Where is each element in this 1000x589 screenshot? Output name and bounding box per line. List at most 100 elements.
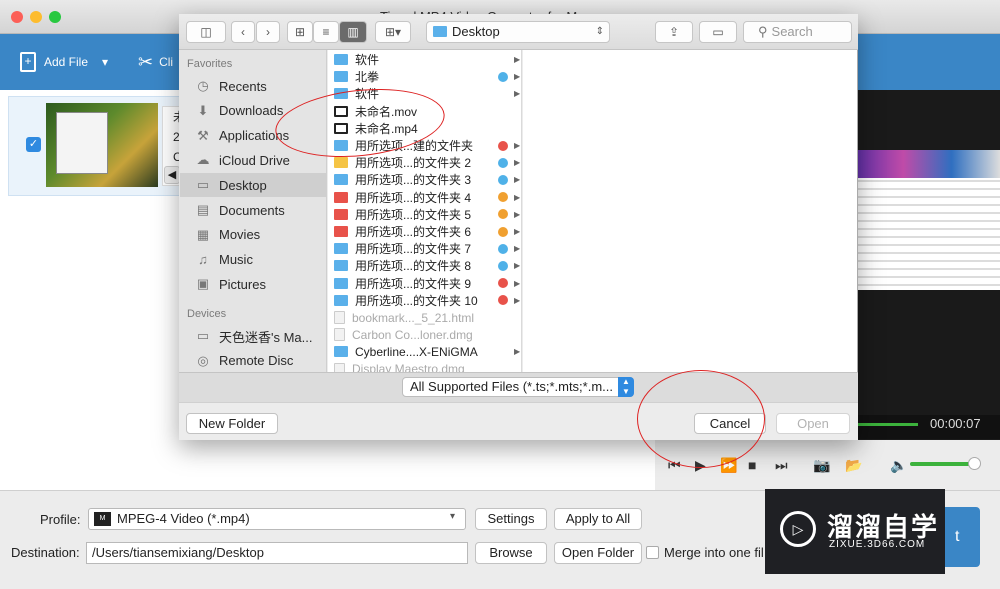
document-icon — [334, 328, 345, 342]
apply-to-all-button[interactable]: Apply to All — [554, 508, 642, 530]
file-name: Cyberline....X-ENiGMA — [355, 344, 478, 359]
forward-button[interactable]: › — [256, 21, 280, 43]
documents-icon: ▤ — [196, 202, 210, 217]
convert-label: t — [955, 528, 960, 545]
file-row[interactable]: 用所选项...的文件夹 5 ▶ — [330, 206, 522, 223]
file-row[interactable]: 软件 ▶ — [330, 51, 522, 68]
profile-select[interactable]: MPEG-4 Video (*.mp4) — [88, 508, 466, 530]
music-icon: ♫ — [198, 252, 208, 268]
clip-label: Cli — [159, 55, 174, 69]
color-tag-icon — [498, 226, 508, 237]
file-row[interactable]: 用所选项...的文件夹 3 ▶ — [330, 171, 522, 188]
open-button[interactable]: Open — [776, 413, 850, 434]
file-name: 软件 — [355, 53, 380, 67]
file-row[interactable]: 用所选项...的文件夹 4 ▶ — [330, 189, 522, 206]
file-row[interactable]: bookmark..._5_21.html — [330, 309, 522, 326]
column-view-button[interactable]: ▥ — [339, 21, 367, 43]
sidebar-item-label: Remote Disc — [219, 353, 294, 369]
file-row[interactable]: 用所选项...的文件夹 8 ▶ — [330, 257, 522, 274]
settings-button[interactable]: Settings — [475, 508, 547, 530]
filter-stepper-icon[interactable]: ▲ ▼ — [618, 377, 634, 397]
downloads-icon: ⬇ — [197, 102, 209, 118]
location-popup[interactable]: Desktop ⇕ — [426, 21, 610, 43]
location-label: Desktop — [452, 24, 500, 39]
disclosure-arrow-icon: ▶ — [514, 209, 521, 219]
add-file-button[interactable]: + Add File — [20, 34, 88, 90]
sidebar-item-label: Music — [219, 252, 253, 268]
icon-view-button[interactable]: ⊞ — [287, 21, 313, 43]
columns-icon: ▥ — [347, 25, 359, 39]
snapshot-camera-icon[interactable]: 📷 — [813, 457, 830, 474]
preview-frame-header — [855, 150, 1000, 178]
applications-icon: ⚒ — [197, 127, 209, 143]
disclosure-arrow-icon: ▶ — [514, 55, 521, 64]
file-row[interactable]: 用所选项...的文件夹 2 ▶ — [330, 154, 522, 171]
disclosure-arrow-icon: ▶ — [514, 175, 521, 185]
playback-time: 00:00:07 — [930, 416, 981, 431]
file-row[interactable]: 北拳 ▶ — [330, 68, 522, 85]
sidebar-item-mac[interactable]: ▭ 天色迷香's Ma... — [180, 324, 326, 348]
color-tag-icon — [498, 243, 508, 254]
search-field[interactable]: ⚲ Search — [743, 21, 852, 43]
file-row[interactable]: 用所选项...的文件夹 7 ▶ — [330, 240, 522, 257]
merge-checkbox[interactable] — [646, 546, 659, 559]
sidebar-item-label: Movies — [219, 227, 261, 243]
seek-progress — [858, 423, 918, 426]
new-folder-button[interactable]: New Folder — [186, 413, 278, 434]
disc-icon: ◎ — [197, 352, 209, 368]
file-row[interactable]: 用所选项...的文件夹 6 ▶ — [330, 223, 522, 240]
arrange-button[interactable]: ⊞▾ — [375, 21, 411, 43]
add-file-dropdown[interactable]: ▾ — [102, 34, 108, 90]
folder-icon — [334, 294, 348, 306]
sidebar-item-desktop[interactable]: ▭ Desktop — [180, 173, 326, 198]
share-button[interactable]: ⇪ — [655, 21, 693, 43]
list-view-button[interactable]: ≡ — [313, 21, 339, 43]
file-name: 用所选项...的文件夹 6 — [355, 225, 472, 239]
color-tag-icon — [498, 192, 508, 203]
file-name: 用所选项...的文件夹 10 — [355, 293, 478, 308]
mpeg-icon: M — [94, 512, 111, 526]
watermark-logo-icon: ▷ — [780, 511, 816, 547]
zoom-window-button[interactable] — [49, 11, 61, 23]
sidebar-item-movies[interactable]: ▦ Movies — [180, 223, 326, 247]
color-tag-icon — [498, 209, 508, 220]
convert-button[interactable]: t — [945, 507, 980, 567]
clip-button[interactable]: ✂ Cli — [138, 34, 173, 90]
audio-track-icon[interactable]: ◀ — [164, 166, 180, 184]
file-name: 用所选项...的文件夹 2 — [355, 156, 472, 171]
open-folder-button[interactable]: Open Folder — [554, 542, 642, 564]
destination-field[interactable]: /Users/tiansemixiang/Desktop — [86, 542, 468, 564]
watermark: ▷ 溜溜自学 ZIXUE.3D66.COM — [765, 489, 945, 574]
volume-knob[interactable] — [968, 457, 981, 470]
sidebar-item-label: 天色迷香's Ma... — [219, 329, 313, 345]
file-row[interactable]: 用所选项...的文件夹 10 ▶ — [330, 292, 522, 309]
file-type-filter[interactable]: All Supported Files (*.ts;*.mts;*.m... — [402, 377, 634, 397]
checkmark-icon: ✓ — [28, 138, 39, 150]
thumbnail-window-graphic — [56, 112, 108, 174]
skip-forward-icon[interactable]: ⏭ — [775, 457, 788, 474]
snapshot-folder-icon[interactable]: 📂 — [845, 457, 862, 474]
color-tag-icon — [498, 295, 508, 306]
tag-button[interactable]: ▭ — [699, 21, 737, 43]
close-window-button[interactable] — [11, 11, 23, 23]
folder-icon — [334, 174, 348, 186]
file-row[interactable]: Carbon Co...loner.dmg — [330, 326, 522, 343]
back-button[interactable]: ‹ — [231, 21, 255, 43]
browse-button[interactable]: Browse — [475, 542, 547, 564]
file-row[interactable]: Cyberline....X-ENiGMA ▶ — [330, 343, 522, 360]
volume-icon[interactable]: 🔈 — [890, 457, 907, 474]
stop-icon[interactable]: ■ — [748, 457, 756, 473]
sidebar-toggle-button[interactable]: ◫ — [186, 21, 226, 43]
sidebar-item-documents[interactable]: ▤ Documents — [180, 198, 326, 222]
sidebar-item-music[interactable]: ♫ Music — [180, 248, 326, 272]
color-tag-icon — [498, 260, 508, 271]
sidebar-item-label: Pictures — [219, 276, 266, 292]
file-row[interactable]: 用所选项...的文件夹 9 ▶ — [330, 275, 522, 292]
laptop-icon: ▭ — [196, 328, 210, 343]
minimize-window-button[interactable] — [30, 11, 42, 23]
disclosure-arrow-icon: ▶ — [514, 244, 521, 254]
sidebar-item-remote-disc[interactable]: ◎ Remote Disc — [180, 349, 326, 373]
sidebar-item-pictures[interactable]: ▣ Pictures — [180, 272, 326, 296]
sidebar-item-recents[interactable]: ◷ Recents — [180, 74, 326, 98]
file-item-checkbox[interactable]: ✓ — [26, 137, 41, 152]
